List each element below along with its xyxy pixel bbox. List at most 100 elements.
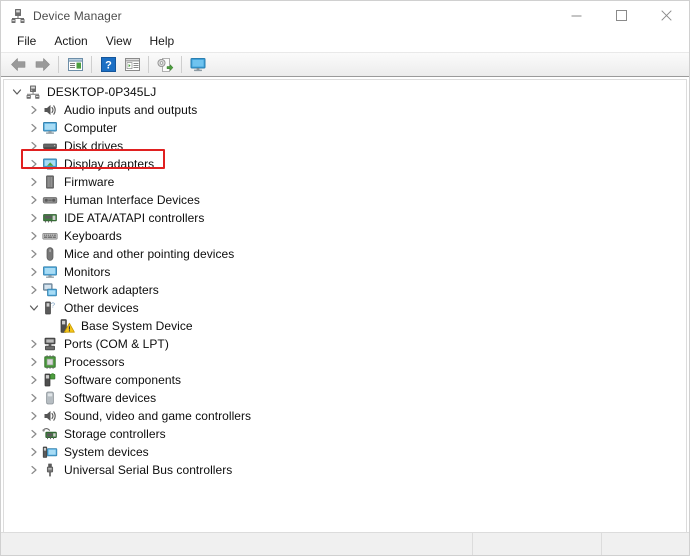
processor-icon (42, 354, 58, 370)
chevron-right-icon[interactable] (26, 138, 42, 154)
tree-item-label: Keyboards (64, 229, 122, 243)
tree-item-storage-controllers[interactable]: Storage controllers (4, 425, 686, 443)
tree-item-label: Display adapters (64, 157, 155, 171)
chevron-right-icon[interactable] (26, 210, 42, 226)
speaker-icon (42, 102, 58, 118)
tree-item-label: Software devices (64, 391, 157, 405)
back-button[interactable] (6, 53, 30, 76)
tree-item-other-devices[interactable]: ? Other devices (4, 299, 686, 317)
minimize-icon (571, 15, 582, 17)
monitor-blue-icon (42, 120, 58, 136)
tree-item-firmware[interactable]: Firmware (4, 173, 686, 191)
chevron-right-icon[interactable] (26, 192, 42, 208)
tree-item-label: Monitors (64, 265, 111, 279)
show-details-button[interactable] (120, 53, 144, 76)
chevron-right-icon[interactable] (26, 462, 42, 478)
tree-item-computer[interactable]: Computer (4, 119, 686, 137)
tree-item-label: Base System Device (81, 319, 193, 333)
device-tree-pane[interactable]: DESKTOP-0P345LJ Audio inputs and outputs… (3, 79, 687, 532)
tree-item-label: IDE ATA/ATAPI controllers (64, 211, 205, 225)
chevron-right-icon[interactable] (26, 282, 42, 298)
tree-item-software-components[interactable]: Software components (4, 371, 686, 389)
close-icon (661, 10, 672, 21)
tree-item-disk-drives[interactable]: Disk drives (4, 137, 686, 155)
disk-drive-icon (42, 138, 58, 154)
storage-controller-icon (42, 426, 58, 442)
tree-item-label: Network adapters (64, 283, 159, 297)
toolbar-separator-4 (181, 56, 182, 73)
tree-item-ports-com-and-lpt[interactable]: Ports (COM & LPT) (4, 335, 686, 353)
menu-item-view[interactable]: View (97, 32, 141, 50)
help-button[interactable]: ? (96, 53, 120, 76)
tree-item-audio-inputs-and-outputs[interactable]: Audio inputs and outputs (4, 101, 686, 119)
chevron-right-icon[interactable] (26, 264, 42, 280)
menu-item-help[interactable]: Help (141, 32, 184, 50)
tree-item-base-system-device[interactable]: Base System Device (4, 317, 686, 335)
device-manager-icon (10, 8, 26, 24)
tree-item-universal-serial-bus-controllers[interactable]: Universal Serial Bus controllers (4, 461, 686, 479)
chevron-right-icon[interactable] (26, 246, 42, 262)
tree-item-system-devices[interactable]: System devices (4, 443, 686, 461)
display-adapter-icon (42, 156, 58, 172)
unknown-device-warning-icon (59, 318, 75, 334)
tree-item-label: Firmware (64, 175, 115, 189)
svg-text:?: ? (105, 60, 112, 72)
network-adapter-icon (42, 282, 58, 298)
tree-item-monitors[interactable]: Monitors (4, 263, 686, 281)
status-bar (1, 532, 689, 555)
monitor-blue-icon (42, 264, 58, 280)
left-arrow-icon (10, 58, 25, 71)
close-button[interactable] (644, 1, 689, 30)
tree-item-sound-video-and-game-controllers[interactable]: Sound, video and game controllers (4, 407, 686, 425)
chevron-right-icon[interactable] (26, 174, 42, 190)
chevron-right-icon[interactable] (26, 390, 42, 406)
maximize-icon (616, 10, 627, 21)
tree-root-label: DESKTOP-0P345LJ (47, 85, 157, 99)
maximize-button[interactable] (599, 1, 644, 30)
tree-item-keyboards[interactable]: Keyboards (4, 227, 686, 245)
port-icon (42, 336, 58, 352)
tree-item-network-adapters[interactable]: Network adapters (4, 281, 686, 299)
toolbar: ? (1, 52, 689, 77)
speaker-icon (42, 408, 58, 424)
scan-hardware-changes-button[interactable] (153, 53, 177, 76)
minimize-button[interactable] (554, 1, 599, 30)
chevron-right-icon[interactable] (26, 336, 42, 352)
chevron-right-icon[interactable] (26, 156, 42, 172)
tree-root-computer[interactable]: DESKTOP-0P345LJ (4, 83, 686, 101)
properties-button[interactable] (63, 53, 87, 76)
update-driver-button[interactable] (186, 53, 210, 76)
ide-controller-icon (42, 210, 58, 226)
menu-item-file[interactable]: File (8, 32, 45, 50)
tree-item-label: Other devices (64, 301, 139, 315)
forward-button[interactable] (30, 53, 54, 76)
usb-icon (42, 462, 58, 478)
content-area: DESKTOP-0P345LJ Audio inputs and outputs… (1, 77, 689, 532)
toolbar-separator-2 (91, 56, 92, 73)
tree-item-ide-ata-atapi-controllers[interactable]: IDE ATA/ATAPI controllers (4, 209, 686, 227)
tree-item-display-adapters[interactable]: Display adapters (4, 155, 686, 173)
tree-item-human-interface-devices[interactable]: Human Interface Devices (4, 191, 686, 209)
tree-item-label: System devices (64, 445, 149, 459)
chevron-right-icon[interactable] (26, 354, 42, 370)
monitor-icon (190, 58, 206, 72)
window-title: Device Manager (33, 8, 122, 23)
tree-item-software-devices[interactable]: Software devices (4, 389, 686, 407)
tree-item-label: Universal Serial Bus controllers (64, 463, 233, 477)
chevron-right-icon[interactable] (26, 372, 42, 388)
menu-item-action[interactable]: Action (45, 32, 96, 50)
device-tree: DESKTOP-0P345LJ Audio inputs and outputs… (4, 80, 686, 479)
tree-item-mice-and-other-pointing-devices[interactable]: Mice and other pointing devices (4, 245, 686, 263)
tree-item-processors[interactable]: Processors (4, 353, 686, 371)
chevron-right-icon[interactable] (26, 102, 42, 118)
chevron-right-icon[interactable] (26, 408, 42, 424)
tree-item-label: Mice and other pointing devices (64, 247, 235, 261)
chevron-right-icon[interactable] (26, 426, 42, 442)
chevron-right-icon[interactable] (26, 444, 42, 460)
chevron-down-icon[interactable] (26, 300, 42, 316)
chevron-right-icon[interactable] (26, 228, 42, 244)
scan-hardware-icon (157, 57, 174, 72)
chevron-down-icon[interactable] (9, 84, 25, 100)
chevron-right-icon[interactable] (26, 120, 42, 136)
blue-question-mark-icon: ? (100, 57, 116, 72)
